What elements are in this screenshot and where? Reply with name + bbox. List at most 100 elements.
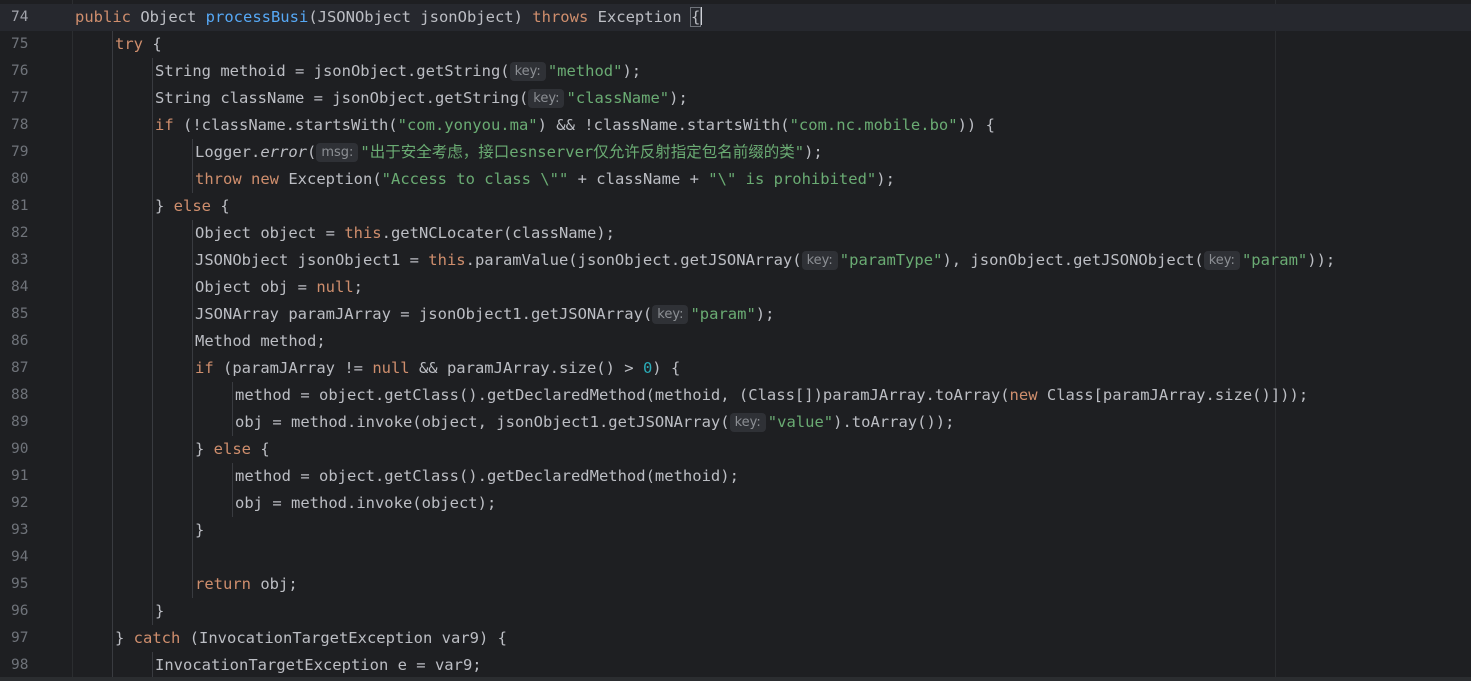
code-line[interactable]: 74 public Object processBusi(JSONObject j… <box>0 4 1471 31</box>
code-line[interactable]: 78 if (!className.startsWith("com.yonyou.… <box>0 112 1471 139</box>
code-token: Exception( <box>288 170 382 188</box>
code-line[interactable]: 85 JSONArray paramJArray = jsonObject1.ge… <box>0 301 1471 328</box>
indent-guide <box>152 85 153 112</box>
code-line[interactable]: 90 } else { <box>0 436 1471 463</box>
code-text[interactable]: return obj; <box>195 571 298 598</box>
code-text[interactable]: if (!className.startsWith("com.yonyou.ma… <box>155 112 995 139</box>
keyword-token: if <box>155 116 183 134</box>
code-text[interactable]: throw new Exception("Access to class \""… <box>195 166 895 193</box>
line-number[interactable]: 90 <box>11 436 51 463</box>
indent-guide <box>192 139 193 166</box>
code-line[interactable]: 94 <box>0 544 1471 571</box>
code-editor[interactable]: 74 public Object processBusi(JSONObject j… <box>0 0 1471 681</box>
line-number[interactable]: 81 <box>11 193 51 220</box>
line-number[interactable]: 86 <box>11 328 51 355</box>
code-line[interactable]: 93} <box>0 517 1471 544</box>
code-line[interactable]: 89 obj = method.invoke(object, jsonObject… <box>0 409 1471 436</box>
line-number[interactable]: 87 <box>11 355 51 382</box>
code-text[interactable]: obj = method.invoke(object); <box>235 490 496 517</box>
line-number[interactable]: 83 <box>11 247 51 274</box>
code-line[interactable]: 83 JSONObject jsonObject1 = this.paramVal… <box>0 247 1471 274</box>
code-line[interactable]: 82 Object object = this.getNCLocater(clas… <box>0 220 1471 247</box>
line-number[interactable]: 95 <box>11 571 51 598</box>
code-text[interactable]: } <box>195 517 204 544</box>
line-number[interactable]: 77 <box>11 85 51 112</box>
string-literal-token: "value" <box>767 413 834 431</box>
line-number[interactable]: 98 <box>11 652 51 679</box>
code-text[interactable]: String className = jsonObject.getString(… <box>155 85 688 112</box>
code-text[interactable]: Object object = this.getNCLocater(classN… <box>195 220 615 247</box>
line-number[interactable]: 76 <box>11 58 51 85</box>
line-number[interactable]: 88 <box>11 382 51 409</box>
code-line[interactable]: 79 Logger.error(msg: "出于安全考虑，接口esnserver仅允… <box>0 139 1471 166</box>
code-text[interactable]: method = object.getClass().getDeclaredMe… <box>235 382 1308 409</box>
code-text[interactable]: InvocationTargetException e = var9; <box>155 652 482 679</box>
string-literal-token: "com.yonyou.ma" <box>397 116 538 134</box>
code-line[interactable]: 88 method = object.getClass().getDeclared… <box>0 382 1471 409</box>
line-number[interactable]: 85 <box>11 301 51 328</box>
indent-guide <box>192 355 193 382</box>
code-text[interactable]: if (paramJArray != null && paramJArray.s… <box>195 355 680 382</box>
line-number[interactable]: 96 <box>11 598 51 625</box>
line-number[interactable]: 92 <box>11 490 51 517</box>
code-token: JSONObject jsonObject1 = <box>195 251 429 269</box>
code-line[interactable]: 96} <box>0 598 1471 625</box>
indent-guide <box>112 409 113 436</box>
code-text[interactable]: JSONArray paramJArray = jsonObject1.getJ… <box>195 301 774 328</box>
code-text[interactable]: obj = method.invoke(object, jsonObject1.… <box>235 409 954 436</box>
line-number[interactable]: 80 <box>11 166 51 193</box>
indent-guide <box>232 382 233 409</box>
code-line[interactable]: 95 return obj; <box>0 571 1471 598</box>
line-number[interactable]: 74 <box>11 4 51 31</box>
code-text[interactable]: Logger.error(msg: "出于安全考虑，接口esnserver仅允许反… <box>195 139 823 166</box>
parameter-name-hint: key: <box>729 413 766 432</box>
code-line[interactable]: 84 Object obj = null; <box>0 274 1471 301</box>
horizontal-scrollbar-track[interactable] <box>0 677 1471 681</box>
code-text[interactable]: Object obj = null; <box>195 274 363 301</box>
code-line[interactable]: 97 } catch (InvocationTargetException var… <box>0 625 1471 652</box>
line-number[interactable]: 89 <box>11 409 51 436</box>
code-text[interactable]: method = object.getClass().getDeclaredMe… <box>235 463 739 490</box>
code-line[interactable]: 86 Method method; <box>0 328 1471 355</box>
line-number[interactable]: 79 <box>11 139 51 166</box>
code-text[interactable]: Method method; <box>195 328 326 355</box>
code-line[interactable]: 91 method = object.getClass().getDeclared… <box>0 463 1471 490</box>
code-token: ); <box>876 170 895 188</box>
indent-guide <box>152 274 153 301</box>
code-line[interactable]: 76 String methoid = jsonObject.getString(… <box>0 58 1471 85</box>
code-line[interactable]: 98 InvocationTargetException e = var9; <box>0 652 1471 679</box>
indent-guide <box>152 571 153 598</box>
code-line[interactable]: 81 } else { <box>0 193 1471 220</box>
code-line[interactable]: 75 try { <box>0 31 1471 58</box>
indent-guide <box>152 382 153 409</box>
code-text[interactable]: } else { <box>195 436 270 463</box>
line-number[interactable]: 84 <box>11 274 51 301</box>
line-number[interactable]: 94 <box>11 544 51 571</box>
text-caret <box>700 7 703 25</box>
line-number[interactable]: 82 <box>11 220 51 247</box>
code-text[interactable]: } else { <box>155 193 230 220</box>
code-token: (paramJArray != <box>223 359 373 377</box>
code-line[interactable]: 80 throw new Exception("Access to class \… <box>0 166 1471 193</box>
code-text[interactable]: String methoid = jsonObject.getString(ke… <box>155 58 641 85</box>
keyword-token: null <box>316 278 354 296</box>
code-line[interactable]: 92 obj = method.invoke(object); <box>0 490 1471 517</box>
code-text[interactable]: try { <box>115 31 162 58</box>
code-text[interactable]: } <box>155 598 164 625</box>
line-number[interactable]: 91 <box>11 463 51 490</box>
keyword-token: else <box>213 440 261 458</box>
code-line[interactable]: 77 String className = jsonObject.getStrin… <box>0 85 1471 112</box>
string-literal-token: "param" <box>690 305 756 323</box>
indent-guide <box>152 112 153 139</box>
code-text[interactable]: JSONObject jsonObject1 = this.paramValue… <box>195 247 1335 274</box>
parameter-name-hint: key: <box>1203 251 1240 270</box>
code-line[interactable]: 87 if (paramJArray != null && paramJArray… <box>0 355 1471 382</box>
code-text[interactable]: public Object processBusi(JSONObject jso… <box>75 4 703 31</box>
line-number[interactable]: 78 <box>11 112 51 139</box>
indent-guide <box>152 328 153 355</box>
keyword-token: throw <box>195 170 251 188</box>
line-number[interactable]: 75 <box>11 31 51 58</box>
line-number[interactable]: 93 <box>11 517 51 544</box>
line-number[interactable]: 97 <box>11 625 51 652</box>
code-text[interactable]: } catch (InvocationTargetException var9)… <box>115 625 507 652</box>
